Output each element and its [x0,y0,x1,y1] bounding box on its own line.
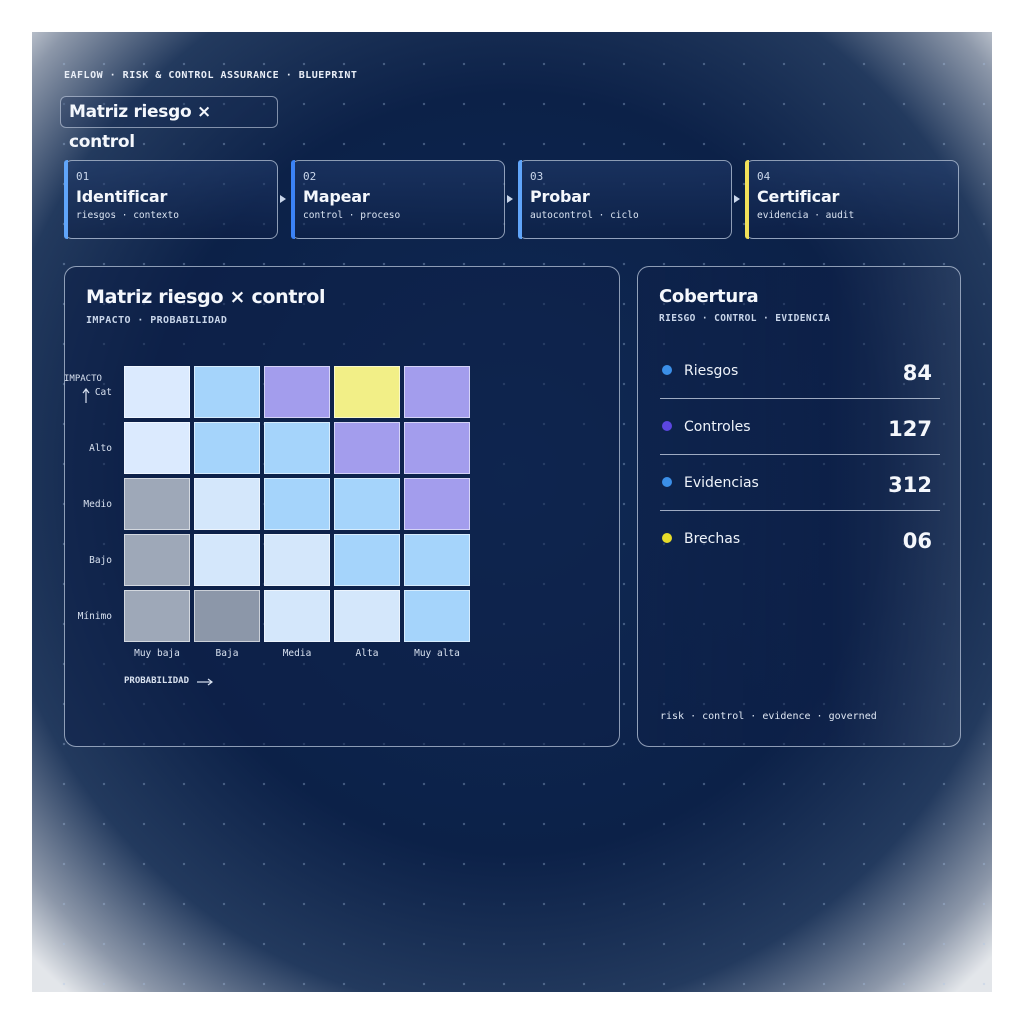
matrix-cell[interactable] [194,534,260,586]
metric-value: 84 [902,361,932,385]
step-arrow-icon [734,195,740,203]
metric-value: 127 [888,417,932,441]
metric-value: 06 [902,529,932,553]
step-subtitle: autocontrol · ciclo [530,210,639,221]
metric-label: Brechas [684,531,741,547]
matrix-cell[interactable] [194,590,260,642]
arrow-up-icon [82,388,90,403]
dot-icon [662,365,672,375]
row-label: Bajo [89,555,112,566]
step-title: Certificar [757,187,840,206]
row-label: Cat [94,387,112,398]
dot-icon [662,533,672,543]
y-axis-label: IMPACTO [64,374,102,384]
step-number: 03 [530,170,544,183]
header-kicker: EAFLOW · RISK & CONTROL ASSURANCE · BLUE… [64,70,358,81]
metric-value: 312 [888,473,932,497]
step-arrow-icon [507,195,513,203]
matrix-cell[interactable] [334,478,400,530]
coverage-subtitle: RIESGO · CONTROL · EVIDENCIA [659,313,831,324]
step-accent-bar [64,160,68,239]
step-accent-bar [745,160,749,239]
step-card-mapear[interactable]: 02 Mapear control · proceso [291,160,505,239]
step-accent-bar [518,160,522,239]
row-label: Alto [89,443,112,454]
step-card-certificar[interactable]: 04 Certificar evidencia · audit [745,160,959,239]
row-label: Medio [83,499,112,510]
column-label: Media [282,648,312,659]
matrix-cell[interactable] [124,590,190,642]
row-label: Mínimo [77,611,112,622]
metric-label: Riesgos [684,363,739,379]
matrix-cell[interactable] [264,590,330,642]
matrix-cell[interactable] [264,534,330,586]
matrix-cell[interactable] [194,366,260,418]
column-label: Alta [355,648,379,659]
coverage-footer: risk · control · evidence · governed [660,711,877,722]
step-number: 01 [76,170,90,183]
matrix-cell[interactable] [404,590,470,642]
matrix-cell[interactable] [334,534,400,586]
matrix-cell[interactable] [404,534,470,586]
metric-row-brechas: Brechas 06 [660,526,940,566]
step-card-probar[interactable]: 03 Probar autocontrol · ciclo [518,160,732,239]
metric-label: Controles [684,419,751,435]
matrix-cell[interactable] [404,366,470,418]
step-title: Identificar [76,187,168,206]
matrix-cell[interactable] [264,478,330,530]
matrix-subtitle: IMPACTO · PROBABILIDAD [86,315,228,326]
canvas-frame: EAFLOW · RISK & CONTROL ASSURANCE · BLUE… [32,32,992,992]
matrix-cell[interactable] [124,422,190,474]
matrix-cell[interactable] [194,422,260,474]
coverage-panel: Cobertura RIESGO · CONTROL · EVIDENCIA R… [637,266,961,747]
step-subtitle: evidencia · audit [757,210,855,221]
matrix-cell[interactable] [194,478,260,530]
step-title: Probar [530,187,590,206]
risk-matrix-panel: Matriz riesgo × control IMPACTO · PROBAB… [64,266,620,747]
matrix-cell[interactable] [334,422,400,474]
step-card-identificar[interactable]: 01 Identificar riesgos · contexto [64,160,278,239]
matrix-cell[interactable] [264,366,330,418]
matrix-cell[interactable] [124,534,190,586]
step-subtitle: control · proceso [303,210,401,221]
matrix-cell[interactable] [264,422,330,474]
matrix-cell[interactable] [124,478,190,530]
matrix-title: Matriz riesgo × control [86,286,326,308]
step-number: 04 [757,170,771,183]
matrix-cell[interactable] [404,478,470,530]
metric-label: Evidencias [684,475,759,491]
column-label: Muy baja [134,648,180,659]
coverage-title: Cobertura [659,286,759,307]
dot-icon [662,477,672,487]
page-title: Matriz riesgo × control [60,96,278,152]
metric-row-evidencias: Evidencias 312 [660,470,940,511]
column-label: Muy alta [414,648,460,659]
step-subtitle: riesgos · contexto [76,210,179,221]
column-label: Baja [215,648,239,659]
dot-icon [662,421,672,431]
matrix-cell[interactable] [334,590,400,642]
arrow-right-icon [197,678,213,686]
metric-row-controles: Controles 127 [660,414,940,455]
matrix-cell[interactable] [124,366,190,418]
step-number: 02 [303,170,317,183]
step-arrow-icon [280,195,286,203]
matrix-cell[interactable] [404,422,470,474]
step-accent-bar [291,160,295,239]
matrix-cell[interactable] [334,366,400,418]
x-axis-label: PROBABILIDAD [124,676,190,686]
step-title: Mapear [303,187,370,206]
metric-row-riesgos: Riesgos 84 [660,358,940,399]
